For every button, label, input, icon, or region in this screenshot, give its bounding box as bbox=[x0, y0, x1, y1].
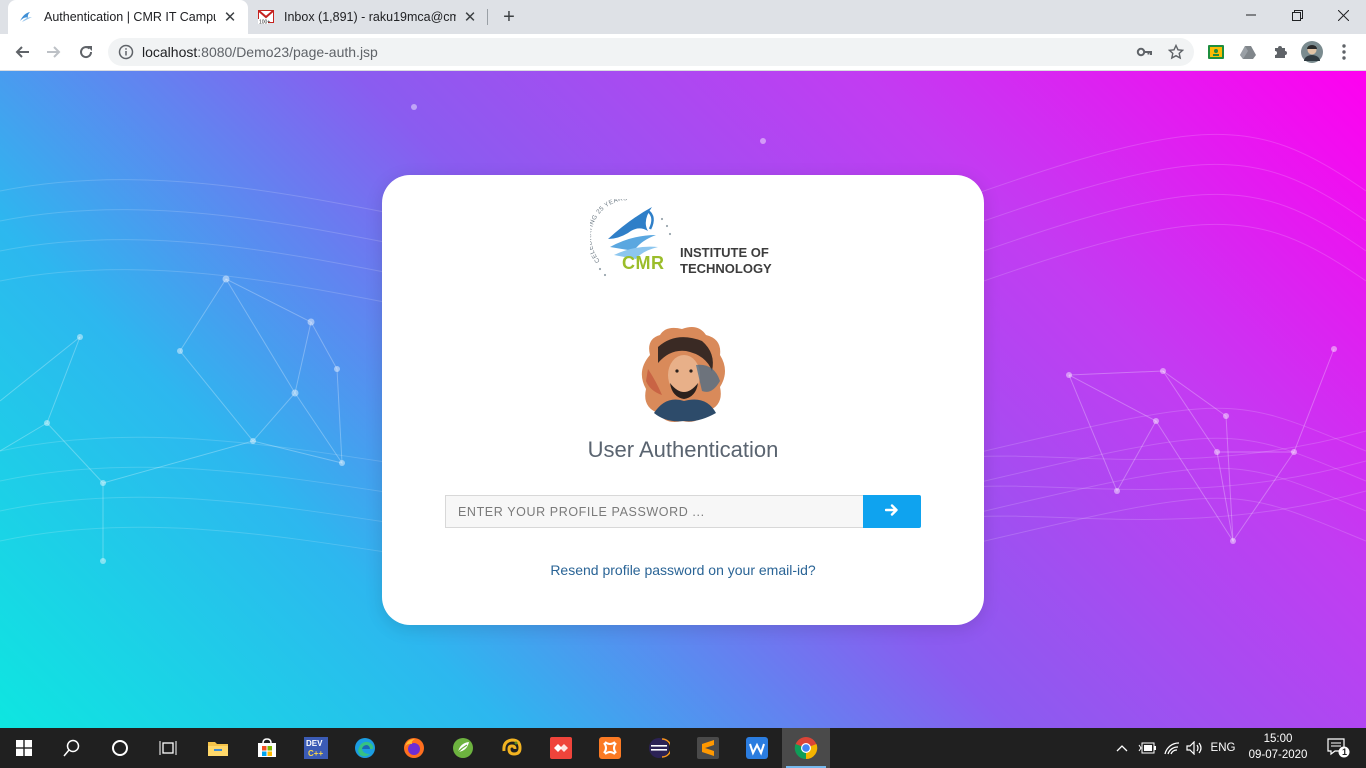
cmr-swan-icon bbox=[18, 9, 34, 25]
close-window-icon[interactable] bbox=[1320, 0, 1366, 30]
gmail-icon: 100+ bbox=[258, 9, 274, 25]
chameleon-app-icon[interactable] bbox=[488, 728, 536, 768]
volume-icon[interactable] bbox=[1184, 728, 1206, 768]
restore-icon[interactable] bbox=[1274, 0, 1320, 30]
wps-writer-icon[interactable] bbox=[733, 728, 781, 768]
tab-inbox[interactable]: 100+ Inbox (1,891) - raku19mca@cmrit ✕ bbox=[248, 0, 488, 34]
tab-separator bbox=[487, 9, 488, 25]
svg-text:100+: 100+ bbox=[259, 20, 270, 25]
forward-arrow-icon[interactable] bbox=[41, 39, 67, 65]
xampp-icon[interactable] bbox=[586, 728, 634, 768]
page-background: CELEBRATING 25 YEARS CMR INSTITUTE OF TE… bbox=[0, 71, 1366, 728]
windows-start-icon[interactable] bbox=[0, 728, 48, 768]
system-clock[interactable]: 15:00 09-07-2020 bbox=[1240, 731, 1316, 765]
search-icon[interactable] bbox=[48, 728, 96, 768]
back-arrow-icon[interactable] bbox=[9, 39, 35, 65]
battery-icon[interactable] bbox=[1136, 728, 1158, 768]
anydesk-icon[interactable] bbox=[537, 728, 585, 768]
tab-title: Inbox (1,891) - raku19mca@cmrit bbox=[284, 10, 456, 24]
language-indicator[interactable]: ENG bbox=[1206, 728, 1240, 768]
tab-title: Authentication | CMR IT Campus bbox=[44, 10, 216, 24]
clock-date: 09-07-2020 bbox=[1248, 749, 1308, 761]
edge-icon[interactable] bbox=[341, 728, 389, 768]
logo-line2: TECHNOLOGY bbox=[680, 261, 772, 276]
extensions-puzzle-icon[interactable] bbox=[1271, 43, 1289, 61]
svg-text:DEV: DEV bbox=[306, 739, 323, 748]
spring-tool-icon[interactable] bbox=[439, 728, 487, 768]
user-avatar bbox=[636, 325, 730, 425]
resend-password-link[interactable]: Resend profile password on your email-id… bbox=[382, 562, 984, 578]
arrow-right-icon bbox=[884, 503, 899, 520]
url-host: localhost bbox=[142, 44, 198, 60]
url-text: localhost:8080/Demo23/page-auth.jsp bbox=[142, 44, 378, 60]
task-view-icon[interactable] bbox=[144, 728, 192, 768]
close-tab-icon[interactable]: ✕ bbox=[222, 9, 238, 26]
microsoft-store-icon[interactable] bbox=[243, 728, 291, 768]
drive-icon[interactable] bbox=[1239, 43, 1257, 61]
file-explorer-icon[interactable] bbox=[194, 728, 242, 768]
clock-time: 15:00 bbox=[1263, 733, 1293, 745]
url-path: :8080/Demo23/page-auth.jsp bbox=[197, 44, 378, 60]
google-classroom-icon[interactable] bbox=[1207, 43, 1225, 61]
chevron-up-icon[interactable] bbox=[1112, 728, 1132, 768]
windows-taskbar: DEV C++ ENG 15:00 09-07-2020 1 bbox=[0, 728, 1366, 768]
logo-brand: CMR bbox=[622, 253, 665, 273]
notification-count: 1 bbox=[1342, 747, 1348, 757]
cmr-logo: CELEBRATING 25 YEARS CMR INSTITUTE OF TE… bbox=[590, 199, 776, 279]
dev-cpp-icon[interactable]: DEV C++ bbox=[292, 728, 340, 768]
submit-button[interactable] bbox=[863, 495, 921, 528]
browser-toolbar: localhost:8080/Demo23/page-auth.jsp bbox=[0, 34, 1366, 71]
svg-text:C++: C++ bbox=[308, 749, 323, 758]
star-icon[interactable] bbox=[1168, 44, 1184, 60]
info-icon[interactable] bbox=[118, 44, 134, 60]
key-icon[interactable] bbox=[1136, 44, 1152, 60]
firefox-icon[interactable] bbox=[390, 728, 438, 768]
close-tab-icon[interactable]: ✕ bbox=[462, 9, 478, 26]
address-bar[interactable]: localhost:8080/Demo23/page-auth.jsp bbox=[108, 38, 1194, 66]
page-title: User Authentication bbox=[587, 437, 779, 462]
cortana-icon[interactable] bbox=[96, 728, 144, 768]
auth-card: CELEBRATING 25 YEARS CMR INSTITUTE OF TE… bbox=[382, 175, 984, 625]
wifi-icon[interactable] bbox=[1160, 728, 1184, 768]
profile-avatar[interactable] bbox=[1301, 41, 1323, 63]
more-menu-icon[interactable] bbox=[1335, 43, 1353, 61]
logo-line1: INSTITUTE OF bbox=[680, 245, 769, 260]
password-input[interactable] bbox=[445, 495, 863, 528]
reload-icon[interactable] bbox=[73, 39, 99, 65]
eclipse-icon[interactable] bbox=[635, 728, 683, 768]
plus-icon[interactable]: + bbox=[498, 6, 520, 28]
tab-authentication[interactable]: Authentication | CMR IT Campus ✕ bbox=[8, 0, 248, 34]
sublime-text-icon[interactable] bbox=[684, 728, 732, 768]
chrome-icon[interactable] bbox=[782, 728, 830, 768]
browser-tab-strip: Authentication | CMR IT Campus ✕ 100+ In… bbox=[0, 0, 1366, 34]
notification-center-icon[interactable]: 1 bbox=[1318, 728, 1358, 768]
minimize-icon[interactable] bbox=[1228, 0, 1274, 30]
